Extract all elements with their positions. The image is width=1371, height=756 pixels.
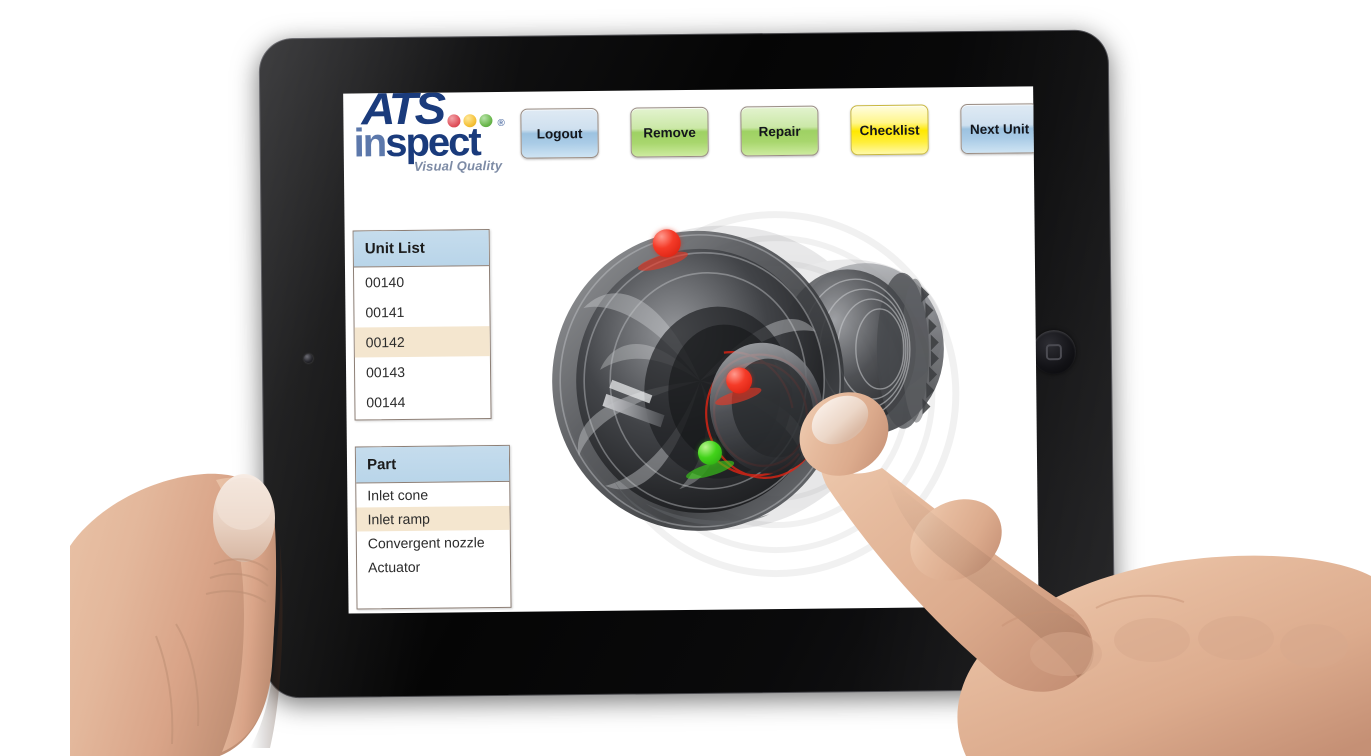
unit-list-panel: Unit List 00140 00141 00142 00143 00144 — [352, 229, 492, 421]
jet-engine-3d-model[interactable] — [524, 181, 1028, 606]
tablet-device: ATS inspect ® Visual Quality Logout Remo… — [258, 29, 1116, 699]
home-button-square-icon — [1045, 344, 1062, 361]
part-list-title: Part — [355, 445, 510, 484]
defect-marker-1[interactable] — [652, 229, 681, 258]
toolbar: Logout Remove Repair Checklist Next Unit — [520, 103, 1039, 159]
logo-registered-icon: ® — [497, 117, 505, 129]
home-button[interactable] — [1031, 329, 1077, 375]
front-camera-icon — [303, 353, 313, 364]
next-unit-button[interactable]: Next Unit — [960, 103, 1039, 155]
logo-wordmark-prefix: in — [353, 121, 386, 166]
unit-list-item-00144[interactable]: 00144 — [355, 386, 490, 417]
part-list-item-convergent-nozzle[interactable]: Convergent nozzle — [357, 530, 510, 556]
unit-list-item-00140[interactable]: 00140 — [354, 266, 489, 297]
unit-list-item-00141[interactable]: 00141 — [354, 296, 489, 327]
jet-engine-render — [552, 225, 944, 531]
left-hand-palm — [70, 473, 275, 756]
repair-button[interactable]: Repair — [740, 105, 819, 157]
model-viewport[interactable] — [524, 181, 1028, 606]
unit-list-item-00143[interactable]: 00143 — [355, 356, 490, 387]
remove-button[interactable]: Remove — [630, 106, 709, 158]
app-logo: ATS inspect ® Visual Quality — [351, 86, 516, 182]
part-list-item-inlet-ramp[interactable]: Inlet ramp — [356, 505, 510, 532]
checklist-button[interactable]: Checklist — [850, 104, 929, 156]
part-list-item-actuator[interactable]: Actuator — [357, 554, 510, 580]
tablet-screen: ATS inspect ® Visual Quality Logout Remo… — [343, 86, 1039, 614]
logout-button[interactable]: Logout — [520, 107, 599, 159]
ok-marker-1[interactable] — [697, 440, 723, 465]
defect-marker-2[interactable] — [726, 367, 753, 394]
part-list-item-inlet-cone[interactable]: Inlet cone — [356, 482, 509, 508]
screenshot-stage: ATS inspect ® Visual Quality Logout Remo… — [0, 0, 1371, 756]
logo-dot-green-icon — [479, 114, 493, 128]
unit-list-item-00142[interactable]: 00142 — [354, 326, 490, 358]
logo-tagline: Visual Quality — [413, 157, 503, 174]
left-hand-creases — [155, 558, 269, 745]
part-list-panel: Part Inlet cone Inlet ramp Convergent no… — [354, 444, 512, 610]
unit-list-title: Unit List — [353, 230, 489, 268]
